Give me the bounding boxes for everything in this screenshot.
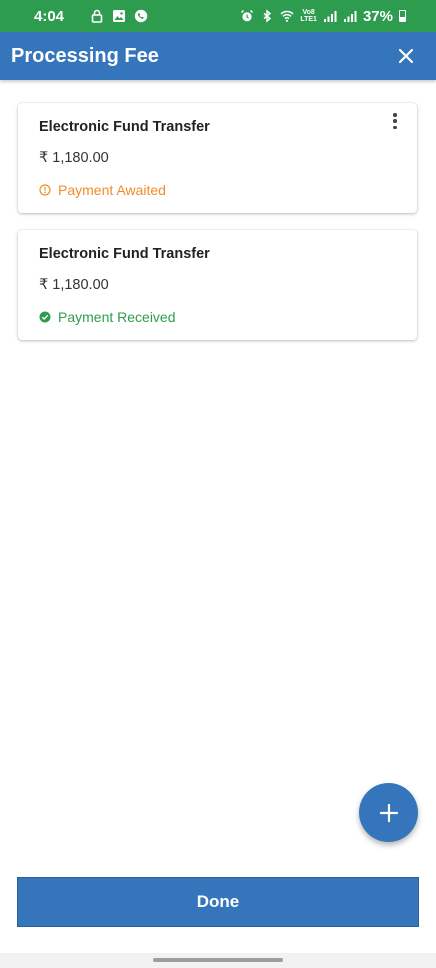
status-time: 4:04 bbox=[34, 7, 65, 25]
page-title: Processing Fee bbox=[11, 44, 159, 67]
status-text: Payment Received bbox=[58, 309, 176, 325]
kebab-dot bbox=[393, 119, 397, 123]
kebab-dot bbox=[393, 113, 397, 117]
gesture-handle[interactable] bbox=[153, 958, 283, 962]
payment-amount: ₹ 1,180.00 bbox=[39, 150, 109, 166]
battery-percent: 37% bbox=[362, 7, 393, 25]
payment-method: Electronic Fund Transfer bbox=[39, 246, 210, 262]
more-options-button[interactable] bbox=[387, 112, 403, 130]
volte-top-label: Vo8 bbox=[302, 9, 315, 16]
image-icon bbox=[112, 9, 126, 23]
status-right: Vo8 LTE1 37% bbox=[240, 0, 406, 32]
payment-card[interactable]: Electronic Fund Transfer ₹ 1,180.00 Paym… bbox=[18, 103, 417, 213]
payment-status: Payment Awaited bbox=[39, 182, 166, 198]
payment-card[interactable]: Electronic Fund Transfer ₹ 1,180.00 Paym… bbox=[18, 230, 417, 340]
kebab-dot bbox=[393, 125, 397, 129]
amount-value: 1,180.00 bbox=[52, 150, 109, 166]
signal-icon bbox=[323, 9, 337, 23]
status-bar: 4:04 Vo8 LTE1 37% bbox=[0, 0, 436, 32]
app-bar: Processing Fee bbox=[0, 32, 436, 80]
whatsapp-icon bbox=[134, 9, 148, 23]
currency-symbol: ₹ bbox=[39, 277, 49, 293]
wifi-icon bbox=[280, 9, 294, 23]
alarm-icon bbox=[240, 9, 254, 23]
payment-status: Payment Received bbox=[39, 309, 176, 325]
payment-method: Electronic Fund Transfer bbox=[39, 119, 210, 135]
payment-amount: ₹ 1,180.00 bbox=[39, 277, 109, 293]
volte-bottom-label: LTE1 bbox=[300, 16, 317, 23]
done-button[interactable]: Done bbox=[17, 877, 419, 927]
status-text: Payment Awaited bbox=[58, 182, 166, 198]
battery-icon bbox=[399, 10, 406, 22]
volte-icon: Vo8 LTE1 bbox=[300, 9, 317, 23]
status-left: 4:04 bbox=[0, 8, 148, 25]
currency-symbol: ₹ bbox=[39, 150, 49, 166]
navigation-bar bbox=[0, 953, 436, 968]
close-button[interactable] bbox=[394, 44, 418, 68]
lock-icon bbox=[90, 9, 104, 23]
signal-icon bbox=[343, 9, 357, 23]
add-payment-button[interactable] bbox=[359, 783, 418, 842]
plus-icon bbox=[379, 803, 398, 822]
bluetooth-icon bbox=[260, 9, 274, 23]
amount-value: 1,180.00 bbox=[52, 277, 109, 293]
close-icon bbox=[398, 48, 414, 64]
screen: 4:04 Vo8 LTE1 37% Processing Fee Electro… bbox=[0, 0, 436, 968]
check-circle-icon bbox=[39, 311, 51, 323]
info-circle-icon bbox=[39, 184, 51, 196]
